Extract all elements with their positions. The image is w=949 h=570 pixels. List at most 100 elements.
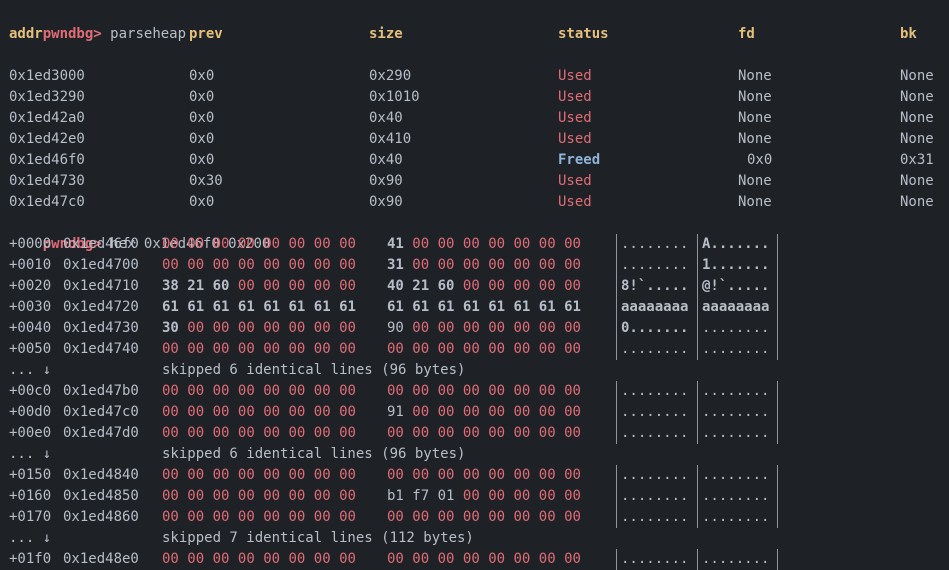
ascii-separator: [697, 549, 698, 570]
hex-byte: 00: [339, 383, 356, 399]
hex-byte: 00: [513, 509, 539, 525]
hex-offset: +00d0: [9, 404, 52, 420]
hex-byte: 00: [437, 320, 463, 336]
hex-byte: 00: [462, 467, 489, 483]
hex-byte: 00: [538, 467, 565, 483]
hex-byte: 00: [237, 404, 264, 420]
hex-bytes-low: 00 00 00 00 00 00 00 00: [162, 507, 356, 528]
hex-bytes-high: 00 00 00 00 00 00 00 00: [387, 423, 581, 444]
heap-cell-prev: 0x0: [189, 89, 215, 105]
heap-cell-status: Used: [558, 131, 592, 147]
hex-byte: 00: [462, 509, 489, 525]
ascii-separator: [616, 339, 617, 360]
hex-byte: 00: [313, 425, 340, 441]
hex-byte: 00: [462, 257, 489, 273]
heap-cell-prev: 0x0: [189, 110, 215, 126]
hex-byte: 00: [288, 488, 314, 504]
ascii-separator: [697, 318, 698, 339]
hex-byte: 38: [162, 278, 188, 294]
hex-ascii-high: ........: [702, 404, 770, 420]
hex-address: 0x1ed4730: [63, 320, 139, 336]
heap-cell-fd: None: [738, 89, 772, 105]
hex-byte: 00: [462, 404, 489, 420]
hex-bytes-low: 00 00 00 00 00 00 00 00: [162, 465, 356, 486]
hex-byte: 00: [564, 551, 581, 567]
hex-bytes-high: 90 00 00 00 00 00 00 00: [387, 318, 581, 339]
ascii-separator: [777, 339, 778, 360]
ascii-separator: [616, 549, 617, 570]
hex-byte: 00: [513, 341, 539, 357]
ascii-separator: [697, 234, 698, 255]
hex-byte: 00: [387, 383, 413, 399]
ascii-separator: [697, 423, 698, 444]
hex-bytes-high: 61 61 61 61 61 61 61 61: [387, 297, 581, 318]
skip-text: skipped 6 identical lines (96 bytes): [162, 362, 466, 378]
hex-bytes-high: 00 00 00 00 00 00 00 00: [387, 507, 581, 528]
header-bk: bk: [900, 26, 917, 42]
terminal-window[interactable]: pwndbg> parseheap addr prev size status …: [0, 0, 949, 570]
ascii-separator: [697, 465, 698, 486]
skip-marker: ... ↓: [9, 362, 52, 378]
hex-byte: 61: [437, 299, 463, 315]
heap-cell-prev: 0x0: [189, 68, 215, 84]
hex-bytes-high: b1 f7 01 00 00 00 00 00: [387, 486, 581, 507]
hex-byte: 00: [538, 383, 565, 399]
hex-byte: 00: [212, 488, 238, 504]
heap-cell-size: 0x40: [369, 152, 403, 168]
ascii-separator: [616, 465, 617, 486]
hex-bytes-high: 91 00 00 00 00 00 00 00: [387, 402, 581, 423]
hex-byte: 00: [437, 383, 463, 399]
hex-byte: 00: [462, 278, 489, 294]
hex-bytes-low: 00 00 00 00 00 00 00 00: [162, 549, 356, 570]
hex-byte: 00: [538, 404, 565, 420]
ascii-separator: [697, 297, 698, 318]
hex-address: 0x1ed4860: [63, 509, 139, 525]
hex-byte: 00: [162, 509, 188, 525]
hex-byte: 00: [462, 341, 489, 357]
hex-row: +00e0 0x1ed47d0 00 00 00 00 00 00 00 00 00 …: [9, 423, 939, 444]
hex-byte: 61: [313, 299, 340, 315]
hex-address: 0x1ed46f0: [63, 236, 139, 252]
hex-byte: 00: [162, 404, 188, 420]
hex-byte: 00: [437, 425, 463, 441]
hex-offset: +0160: [9, 488, 52, 504]
heap-cell-bk: None: [900, 194, 934, 210]
hex-byte: 00: [462, 383, 489, 399]
ascii-separator: [616, 276, 617, 297]
ascii-separator: [616, 402, 617, 423]
heap-cell-addr: 0x1ed46f0: [9, 152, 85, 168]
hex-byte: 00: [339, 278, 356, 294]
hex-address: 0x1ed4710: [63, 278, 139, 294]
hex-byte: 61: [263, 299, 289, 315]
ascii-separator: [777, 255, 778, 276]
heap-table-row: 0x1ed4730 0x30 0x90 Used None None: [9, 171, 939, 192]
hex-byte: 00: [339, 551, 356, 567]
hex-byte: 61: [564, 299, 581, 315]
header-fd: fd: [738, 26, 755, 42]
hex-byte: 31: [387, 257, 413, 273]
hex-byte: 00: [263, 551, 289, 567]
hex-ascii-high: ........: [702, 320, 770, 336]
hex-byte: 00: [263, 236, 289, 252]
heap-table-row: 0x1ed46f0 0x0 0x40 Freed 0x0 0x31: [9, 150, 939, 171]
hex-byte: 01: [437, 488, 463, 504]
hex-address: 0x1ed4840: [63, 467, 139, 483]
ascii-separator: [697, 276, 698, 297]
hex-ascii-low: aaaaaaaa: [621, 299, 689, 315]
hex-byte: 00: [488, 425, 514, 441]
hex-byte: 00: [339, 404, 356, 420]
skip-marker: ... ↓: [9, 530, 52, 546]
hex-ascii-high: A.......: [702, 236, 770, 252]
hex-byte: 00: [488, 509, 514, 525]
hex-bytes-low: 00 00 00 00 00 00 00 00: [162, 339, 356, 360]
hex-byte: 00: [488, 488, 514, 504]
hex-byte: 00: [412, 236, 438, 252]
heap-cell-bk: None: [900, 131, 934, 147]
heap-cell-addr: 0x1ed42a0: [9, 110, 85, 126]
hex-byte: 00: [538, 320, 565, 336]
header-addr: addr: [9, 26, 43, 42]
hex-address: 0x1ed4850: [63, 488, 139, 504]
hex-row: +0040 0x1ed4730 30 00 00 00 00 00 00 00 90 …: [9, 318, 939, 339]
ascii-separator: [616, 486, 617, 507]
hex-byte: 00: [162, 488, 188, 504]
